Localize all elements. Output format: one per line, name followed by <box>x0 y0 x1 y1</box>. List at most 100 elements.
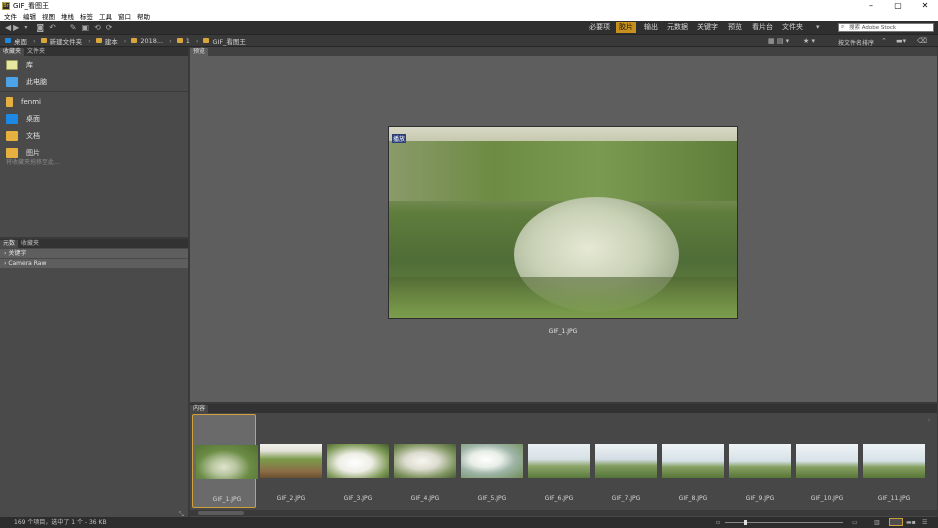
workspace-metadata[interactable]: 元数据 <box>664 22 691 33</box>
refine-icon[interactable]: ✎ <box>70 21 77 34</box>
favorite-label: 桌面 <box>26 114 40 123</box>
tab-preview[interactable]: 预览 <box>190 48 209 56</box>
scroll-right-icon[interactable]: › <box>928 417 930 424</box>
thumbnail-item[interactable]: GIF_9.JPG <box>726 414 791 508</box>
thumbnail-size-slider[interactable] <box>725 522 843 523</box>
menu-edit[interactable]: 编辑 <box>23 11 36 21</box>
menu-view[interactable]: 视图 <box>42 11 55 21</box>
sort-direction-icon[interactable]: ⌃ <box>881 37 887 45</box>
camera-icon[interactable]: ◙ <box>36 21 44 34</box>
crumb-gif[interactable]: GIF_看图王 <box>203 36 246 46</box>
workspace-essentials[interactable]: 必要项 <box>586 22 613 33</box>
chevron-right-icon: › <box>33 36 36 45</box>
crumb-desktop[interactable]: 桌面 <box>5 36 27 46</box>
thumbnail-label: GIF_7.JPG <box>611 495 641 502</box>
workspace-output[interactable]: 输出 <box>641 22 661 33</box>
favorite-label: 此电脑 <box>26 77 47 86</box>
view-options-icon[interactable]: ▦ ▤ ▾ <box>768 37 789 45</box>
minimize-button[interactable]: – <box>858 0 884 11</box>
thumbnail-image <box>595 444 657 478</box>
thumbnail-label: GIF_11.JPG <box>877 495 911 502</box>
workspace-filmstrip[interactable]: 胶片 <box>616 22 636 33</box>
crumb-2018[interactable]: 2018... <box>131 37 163 45</box>
back-icon[interactable]: ◀ <box>5 21 11 34</box>
thumbnail-image <box>260 444 322 478</box>
thumbnail-label: GIF_4.JPG <box>410 495 440 502</box>
workspace-menu-icon[interactable]: ▾ <box>813 22 823 33</box>
tab-favorites-2[interactable]: 收藏夹 <box>18 240 42 248</box>
slider-handle[interactable] <box>744 520 747 525</box>
status-text: 169 个项目，选中了 1 个 - 36 KB <box>14 519 107 526</box>
thumbnail-item[interactable]: GIF_11.JPG <box>860 414 925 508</box>
favorite-this-pc[interactable]: 此电脑 <box>0 73 188 90</box>
favorite-documents[interactable]: 文档 <box>0 127 188 144</box>
thumbnail-item[interactable]: GIF_10.JPG <box>793 414 858 508</box>
zoom-out-icon[interactable]: ▫ <box>716 517 720 528</box>
thumbnail-image <box>461 444 523 478</box>
thumbnail-item[interactable]: GIF_4.JPG <box>391 414 456 508</box>
view-details-icon[interactable]: ▬▪ <box>906 517 916 528</box>
search-input[interactable]: 搜索 Adobe Stock <box>838 23 934 32</box>
sort-dropdown[interactable]: 按文件名排序 <box>838 38 874 47</box>
menu-window[interactable]: 窗口 <box>118 11 131 21</box>
tab-content[interactable]: 内容 <box>190 405 209 413</box>
folder-icon <box>131 38 138 43</box>
view-list-icon[interactable]: ☰ <box>922 517 927 528</box>
view-thumbnails-icon[interactable] <box>889 518 903 526</box>
thumbnail-label: GIF_10.JPG <box>810 495 844 502</box>
new-folder-icon[interactable]: ▬▾ <box>896 37 906 45</box>
title-bar: Br GIF_看图王 – ▢ ✕ <box>0 0 938 11</box>
favorite-desktop[interactable]: 桌面 <box>0 110 188 127</box>
crumb-label: 桌面 <box>14 37 27 46</box>
tab-folders[interactable]: 文件夹 <box>24 48 48 56</box>
zoom-in-icon[interactable]: ▭ <box>852 517 858 528</box>
thumbnail-label: GIF_8.JPG <box>678 495 708 502</box>
rotate-left-icon[interactable]: ⟲ <box>94 21 101 34</box>
preview-image[interactable]: 播放 <box>388 126 738 319</box>
close-button[interactable]: ✕ <box>912 0 938 11</box>
menu-help[interactable]: 帮助 <box>137 11 150 21</box>
menu-file[interactable]: 文件 <box>4 11 17 21</box>
workspace-keywords[interactable]: 关键字 <box>694 22 721 33</box>
delete-icon[interactable]: ⌫ <box>917 37 927 45</box>
thumbnail-item[interactable]: GIF_7.JPG <box>592 414 657 508</box>
rotate-right-icon[interactable]: ⟳ <box>106 21 113 34</box>
menu-tools[interactable]: 工具 <box>99 11 112 21</box>
tab-metadata[interactable]: 元数 <box>0 240 19 248</box>
workspace-preview[interactable]: 预览 <box>725 22 745 33</box>
thumbnail-item[interactable]: GIF_3.JPG <box>324 414 389 508</box>
star-filter-icon[interactable]: ★ ▾ <box>803 37 815 45</box>
crumb-new-folder[interactable]: 新建文件夹 <box>40 36 82 46</box>
workspace-folders[interactable]: 文件夹 <box>779 22 806 33</box>
crumb-label: 1 <box>185 36 190 45</box>
workspace-light-table[interactable]: 看片台 <box>749 22 776 33</box>
crumb-1[interactable]: 1 <box>176 36 190 45</box>
down-icon[interactable]: ▾ <box>24 21 27 34</box>
filmstrip-panel: 内容 GIF_1.JPG GIF_2.JPG GIF_3.JPG GIF_4.J… <box>190 404 937 517</box>
menu-bar: 文件 编辑 视图 堆栈 标签 工具 窗口 帮助 <box>0 11 938 21</box>
thumbnail-item[interactable]: GIF_5.JPG <box>458 414 523 508</box>
tab-favorites[interactable]: 收藏夹 <box>0 48 25 56</box>
folder-icon <box>5 38 11 43</box>
open-icon[interactable]: ▣ <box>82 21 90 34</box>
thumbnail-item[interactable]: GIF_2.JPG <box>257 414 322 508</box>
maximize-button[interactable]: ▢ <box>885 0 911 11</box>
filmstrip-scrollbar[interactable] <box>190 510 937 516</box>
menu-label[interactable]: 标签 <box>80 11 93 21</box>
thumbnail-item[interactable]: GIF_8.JPG <box>659 414 724 508</box>
thumbnail-label: GIF_9.JPG <box>745 495 775 502</box>
menu-stack[interactable]: 堆栈 <box>61 11 74 21</box>
metadata-row-camera-raw[interactable]: › Camera Raw <box>0 259 188 268</box>
metadata-row-keywords[interactable]: › 关键字 <box>0 249 188 258</box>
scrollbar-thumb[interactable] <box>198 511 244 515</box>
thumbnail-item[interactable]: GIF_1.JPG <box>192 414 258 508</box>
thumbnail-item[interactable]: GIF_6.JPG <box>525 414 590 508</box>
favorite-fenmi[interactable]: fenmi <box>0 93 188 110</box>
metadata-panel: 元数 收藏夹 › 关键字 › Camera Raw ⤡ <box>0 239 188 518</box>
forward-icon[interactable]: ▶ <box>13 21 19 34</box>
favorites-drop-hint: 将收藏夹拖移至此... <box>6 159 60 166</box>
crumb-jianben[interactable]: 建本 <box>95 36 118 46</box>
boomerang-icon[interactable]: ↶ <box>49 21 56 34</box>
favorite-library[interactable]: 库 <box>0 56 188 73</box>
grid-lock-icon[interactable]: ▥ <box>874 517 880 528</box>
